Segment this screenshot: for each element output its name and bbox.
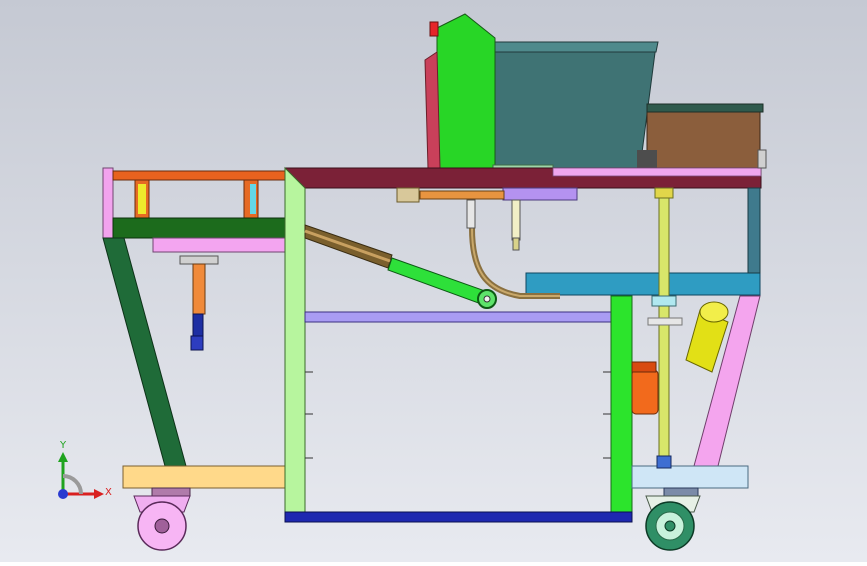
cad-viewport[interactable] [0, 0, 867, 562]
rod-white-collar [647, 317, 683, 326]
right-vertical-rail [747, 187, 761, 274]
left-green-beam [112, 217, 286, 239]
yellow-cylinder-end [699, 301, 729, 323]
hopper-lip [489, 41, 659, 53]
red-knob [429, 21, 439, 37]
left-caster [133, 487, 191, 551]
left-foot-beam [122, 465, 286, 489]
underbeam-orange-rod [419, 190, 505, 200]
left-cylinder-rod [192, 313, 204, 339]
x-axis-label: X [105, 487, 112, 498]
rod-collar [651, 295, 677, 307]
side-plate-edge [424, 51, 441, 169]
underbeam-nozzle-a [466, 199, 476, 229]
middle-lavender-beam [304, 311, 612, 323]
left-pink-post [102, 167, 114, 239]
left-cylinder-cap [179, 255, 219, 265]
left-top-orange-bar [112, 170, 286, 181]
right-foot-beam [631, 465, 749, 489]
rod-cap [654, 187, 674, 199]
yellow-insert [138, 184, 146, 214]
left-cylinder-body [192, 263, 206, 315]
bin-bracket [637, 150, 657, 168]
rod-blue-base [656, 455, 672, 469]
y-axis-label: Y [60, 440, 67, 451]
cart-machine-drawing [0, 0, 867, 562]
nozzle-b-tip [512, 237, 520, 251]
bottom-blue-beam [284, 511, 633, 523]
motor-cap [631, 361, 657, 373]
brown-bin [646, 108, 761, 169]
hopper-body [492, 44, 657, 169]
underbeam-bracket [396, 187, 420, 203]
teal-box [525, 272, 761, 296]
underbeam-pink-block [502, 187, 578, 201]
tube-joint-inner [483, 295, 491, 303]
vertical-rod [658, 187, 670, 467]
underbeam-nozzle-b [511, 199, 521, 241]
left-cylinder-tip [190, 335, 204, 351]
green-side-plate [436, 13, 496, 169]
cyan-insert [250, 184, 256, 214]
right-bracket [757, 149, 767, 169]
brown-bin-rim [646, 103, 764, 113]
top-pink-strip [552, 167, 762, 177]
left-main-post [284, 166, 306, 513]
left-pink-bar [152, 237, 286, 253]
right-main-post [610, 295, 633, 513]
orange-motor [631, 369, 659, 415]
